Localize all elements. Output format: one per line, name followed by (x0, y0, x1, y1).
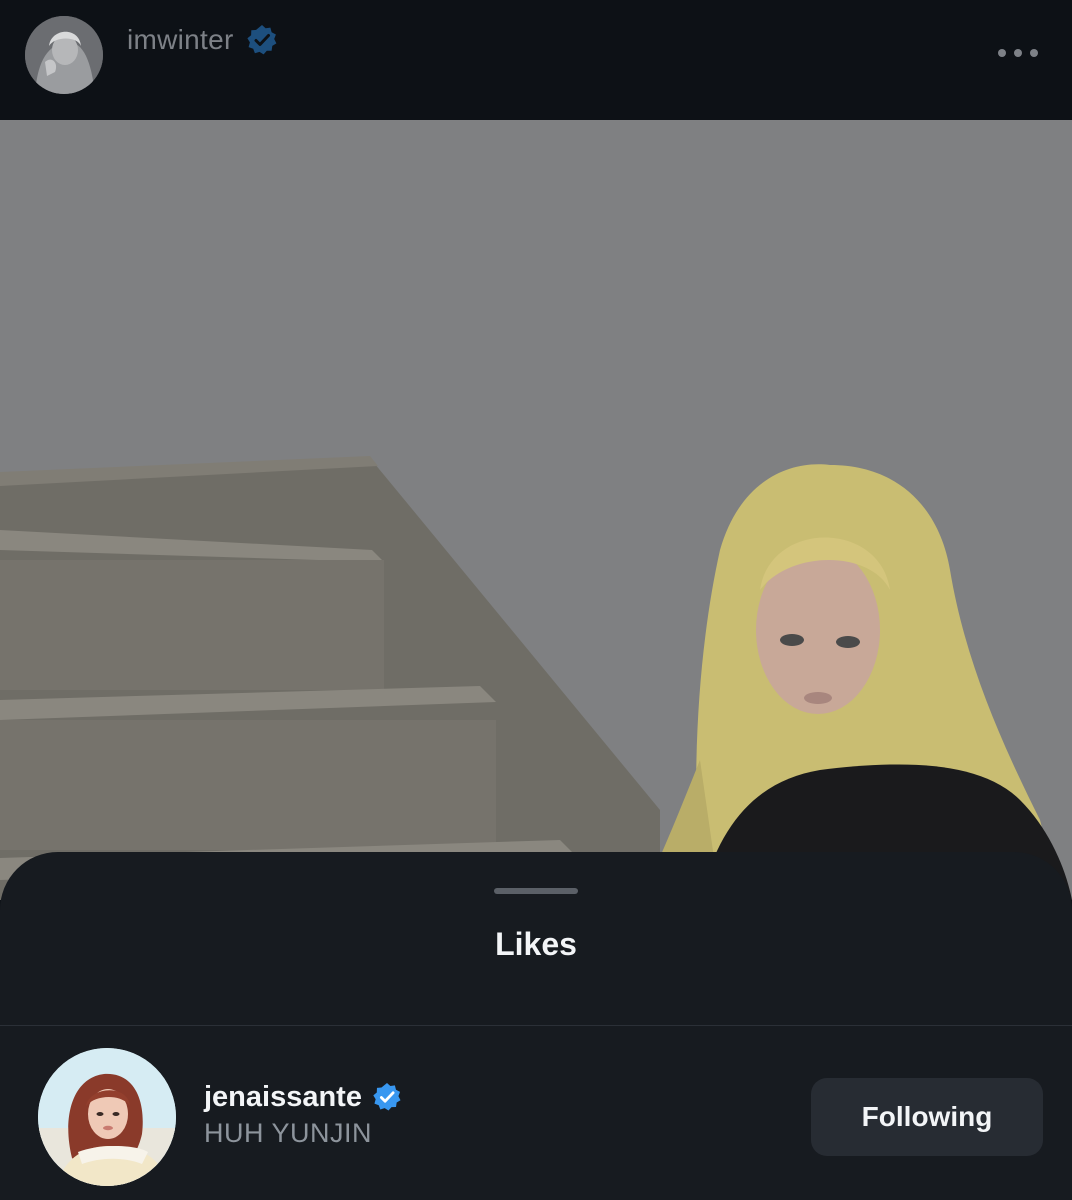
avatar-photo-icon (38, 1048, 176, 1186)
post-header: imwinter (0, 0, 1072, 120)
liker-username-row: jenaissante (204, 1078, 402, 1116)
sheet-drag-handle[interactable] (494, 888, 578, 894)
liker-full-name: HUH YUNJIN (204, 1118, 373, 1148)
poster-avatar[interactable] (25, 16, 103, 94)
poster-username[interactable]: imwinter (127, 24, 234, 56)
app-screen: imwinter Likes jenaissante HUH YUNJIN Fo… (0, 0, 1072, 1200)
more-options-button[interactable] (998, 38, 1038, 68)
sheet-title: Likes (495, 926, 577, 962)
post-image[interactable] (0, 120, 1072, 900)
liker-username[interactable]: jenaissante (204, 1081, 362, 1114)
verified-badge-icon (247, 25, 277, 55)
list-item[interactable]: jenaissante HUH YUNJIN Following (0, 1026, 1072, 1200)
likes-sheet: Likes jenaissante HUH YUNJIN Following (0, 852, 1072, 1200)
liker-avatar[interactable] (38, 1048, 176, 1186)
verified-badge-icon (373, 1082, 401, 1111)
avatar-photo-icon (25, 16, 103, 94)
liker-info: jenaissante HUH YUNJIN (204, 1078, 402, 1149)
following-button[interactable]: Following (811, 1078, 1043, 1156)
poster-username-row: imwinter (127, 20, 278, 60)
more-horizontal-icon (998, 49, 1006, 57)
post-photo-illustration (0, 120, 1072, 900)
